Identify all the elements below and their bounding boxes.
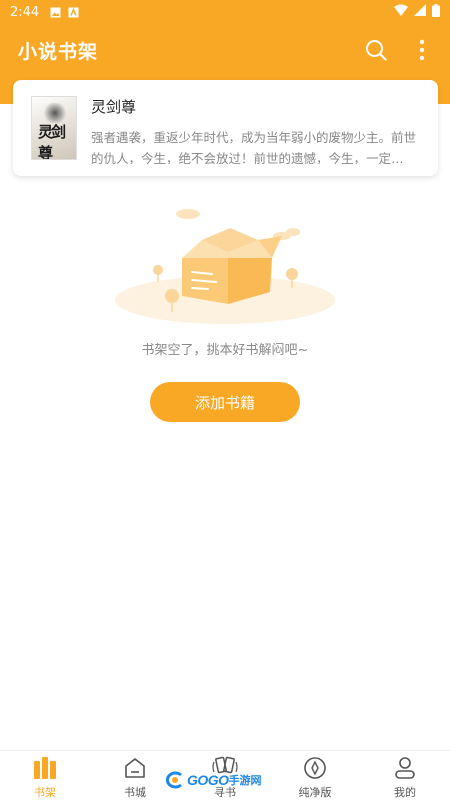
empty-box-illustration [115, 209, 335, 324]
search-icon[interactable] [364, 38, 388, 62]
signal-icon [414, 4, 426, 20]
nav-item-pure-edition[interactable]: 纯净版 [270, 751, 360, 800]
book-title: 灵剑尊 [91, 98, 137, 116]
book-card[interactable]: 灵剑尊 灵剑尊 强者遇袭，重返少年时代，成为当年弱小的废物少主。前世的仇人，今生… [13, 80, 438, 176]
store-icon [122, 755, 148, 781]
compass-icon [302, 755, 328, 781]
nav-label-bookshelf: 书架 [34, 786, 56, 799]
cover-figure [42, 103, 68, 123]
nav-label-pure-edition: 纯净版 [298, 786, 332, 799]
status-time: 2:44 [10, 4, 40, 20]
book-description: 强者遇袭，重返少年时代，成为当年弱小的废物少主。前世的仇人，今生，绝不会放过！前… [91, 130, 417, 164]
app-notification-icon [67, 6, 79, 18]
more-vertical-icon[interactable] [410, 38, 434, 62]
wifi-icon [394, 4, 408, 20]
add-book-button[interactable]: 添加书籍 [150, 382, 300, 422]
empty-shelf-message: 书架空了，挑本好书解闷吧~ [141, 343, 309, 358]
nav-label-profile: 我的 [394, 786, 416, 799]
page-title: 小说书架 [18, 40, 99, 63]
profile-icon [392, 755, 418, 781]
watermark-cn: 手游网 [228, 774, 262, 787]
status-bar: 2:44 [0, 0, 450, 24]
nav-label-store: 书城 [124, 786, 146, 799]
battery-icon [432, 3, 440, 21]
nav-item-bookshelf[interactable]: 书架 [0, 751, 90, 800]
watermark-icon [165, 771, 182, 789]
cover-title: 灵剑尊 [38, 123, 66, 160]
watermark-logo: GOGO 手游网 [165, 770, 262, 790]
nav-item-profile[interactable]: 我的 [360, 751, 450, 800]
bookshelf-icon [32, 755, 58, 781]
image-notification-icon [49, 6, 61, 18]
app-bar: 小说书架 [0, 24, 450, 76]
book-cover[interactable]: 灵剑尊 [31, 96, 77, 160]
watermark-text: GOGO [187, 772, 229, 788]
